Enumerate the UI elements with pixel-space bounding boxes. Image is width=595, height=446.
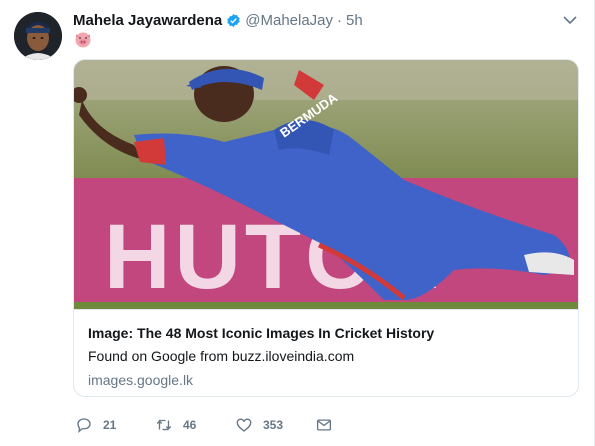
avatar[interactable] bbox=[14, 12, 62, 60]
card-image[interactable]: HUTCH BERMUDA bbox=[74, 60, 578, 309]
header-separator: · bbox=[337, 11, 343, 29]
avatar-photo bbox=[14, 12, 62, 60]
reply-icon bbox=[77, 418, 91, 434]
card-description: Found on Google from buzz.iloveindia.com bbox=[88, 348, 355, 364]
link-card[interactable]: HUTCH BERMUDA Image: The 48 Most Iconic … bbox=[73, 59, 579, 397]
envelope-icon bbox=[316, 419, 332, 431]
author-handle[interactable]: @MahelaJay bbox=[245, 12, 333, 29]
tweet: Mahela Jayawardena @MahelaJay · 5h HUTCH… bbox=[0, 0, 595, 446]
card-body: Image: The 48 Most Iconic Images In Cric… bbox=[74, 309, 578, 396]
reply-button[interactable]: 21 bbox=[75, 414, 116, 436]
pig-face-emoji-icon bbox=[75, 32, 91, 48]
like-count: 353 bbox=[263, 418, 284, 432]
retweet-count: 46 bbox=[183, 418, 197, 432]
retweet-button[interactable]: 46 bbox=[155, 414, 196, 436]
retweet-icon bbox=[156, 419, 172, 431]
cricket-catch-photo: HUTCH BERMUDA bbox=[74, 60, 578, 309]
heart-icon bbox=[236, 418, 252, 432]
direct-message-button[interactable] bbox=[315, 414, 343, 436]
reply-count: 21 bbox=[103, 418, 117, 432]
verified-badge-icon bbox=[227, 13, 240, 27]
tweet-actions: 21 46 353 bbox=[73, 414, 373, 436]
tweet-header: Mahela Jayawardena @MahelaJay · 5h bbox=[73, 10, 554, 30]
card-domain: images.google.lk bbox=[88, 372, 194, 388]
tweet-timestamp[interactable]: 5h bbox=[346, 12, 363, 29]
chevron-down-icon[interactable] bbox=[562, 12, 578, 28]
like-button[interactable]: 353 bbox=[235, 414, 283, 436]
author-name[interactable]: Mahela Jayawardena bbox=[73, 12, 222, 29]
card-title[interactable]: Image: The 48 Most Iconic Images In Cric… bbox=[88, 324, 564, 342]
